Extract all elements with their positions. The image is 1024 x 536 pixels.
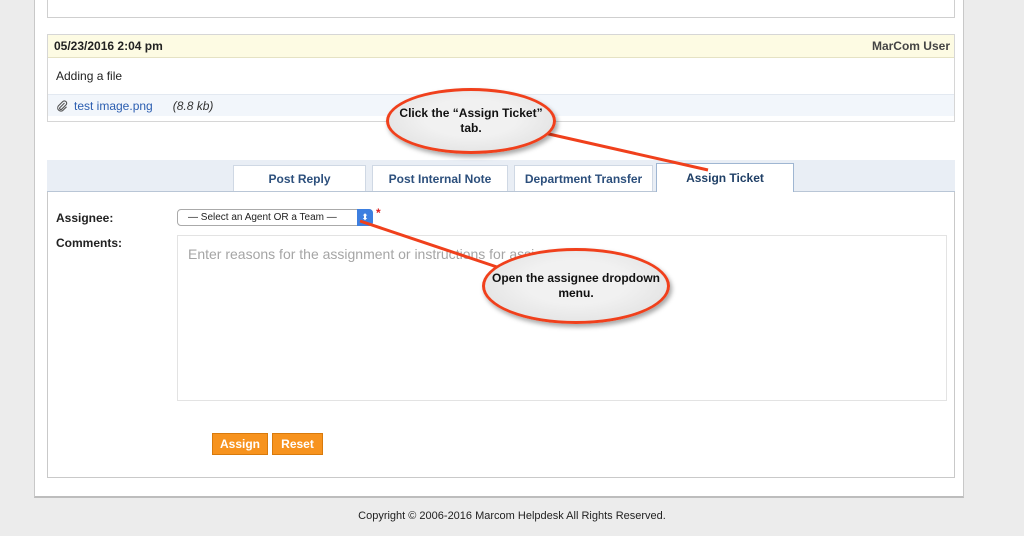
assignee-select[interactable]: — Select an Agent OR a Team — ⬍ — [177, 209, 373, 226]
callout-assignee-dropdown: Open the assignee dropdown menu. — [482, 248, 670, 324]
tab-assign-ticket[interactable]: Assign Ticket — [656, 163, 794, 193]
assign-button[interactable]: Assign — [212, 433, 268, 455]
required-marker: * — [376, 206, 381, 220]
thread-author: MarCom User — [871, 39, 950, 53]
paperclip-icon — [57, 99, 68, 112]
select-arrows-icon[interactable]: ⬍ — [357, 209, 373, 226]
comments-label: Comments: — [56, 236, 123, 250]
tab-post-reply[interactable]: Post Reply — [233, 165, 366, 191]
footer-copyright: Copyright © 2006-2016 Marcom Helpdesk Al… — [358, 510, 666, 522]
thread-timestamp: 05/23/2016 2:04 pm — [54, 39, 163, 53]
thread-header: 05/23/2016 2:04 pm MarCom User — [48, 35, 954, 58]
callout-assign-tab: Click the “Assign Ticket” tab. — [386, 88, 556, 154]
page-panel: 05/23/2016 2:04 pm MarCom User Adding a … — [34, 0, 964, 498]
reset-button[interactable]: Reset — [272, 433, 323, 455]
tab-strip: Post Reply Post Internal Note Department… — [47, 160, 955, 193]
tab-post-internal-note[interactable]: Post Internal Note — [372, 165, 508, 191]
tab-department-transfer[interactable]: Department Transfer — [514, 165, 653, 191]
attachment-size: (8.8 kb) — [172, 98, 214, 113]
assignee-selected-value: — Select an Agent OR a Team — — [188, 212, 337, 223]
assignee-label: Assignee: — [56, 211, 114, 225]
attachment-link[interactable]: test image.png — [74, 99, 153, 113]
thread-body: Adding a file — [56, 69, 123, 83]
previous-entry-box — [47, 0, 955, 18]
assign-form: Assignee: — Select an Agent OR a Team — … — [47, 192, 955, 478]
